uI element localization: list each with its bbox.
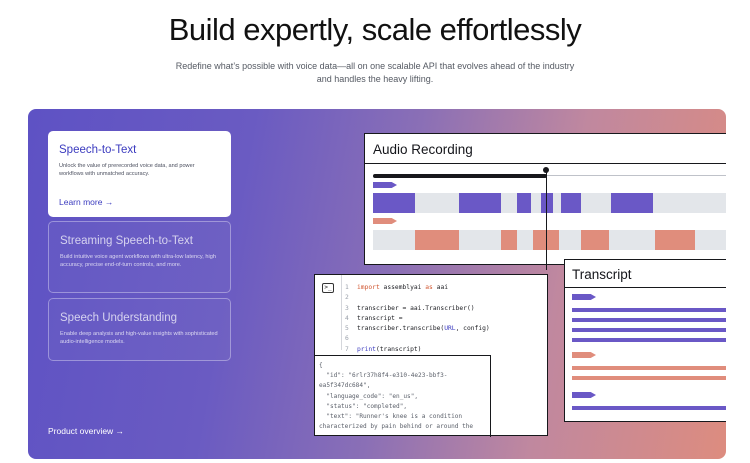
card-description: Build intuitive voice agent workflows wi…	[60, 254, 216, 269]
output-line: "text": "Runner's knee is a condition	[319, 413, 463, 421]
line-number: 4	[345, 314, 349, 322]
speech-segment	[561, 193, 581, 213]
transcript-line	[572, 376, 726, 380]
speaker-a-label	[373, 182, 397, 188]
speech-segment	[655, 230, 695, 250]
code-editor-window: >_ 1 import assemblyai as aai 2 3 transcri…	[314, 274, 548, 437]
speaker-b-label	[572, 352, 596, 358]
line-number: 2	[345, 294, 349, 302]
speaker-a-label	[572, 294, 596, 300]
card-description: Unlock the value of prerecorded voice da…	[59, 163, 195, 178]
speaker-a-label	[572, 392, 596, 398]
hero-subtitle: Redefine what’s possible with voice data…	[175, 61, 575, 84]
hero-title: Build expertly, scale effortlessly	[168, 12, 582, 47]
speech-segment	[581, 230, 609, 250]
speaker-b-track	[373, 230, 726, 250]
transcript-line	[572, 338, 726, 342]
code-output: { "id": "6rlr37h8f4-e310-4e23-bbf3- ea5f3…	[315, 355, 491, 437]
code-token: transcriber = aai.Transcriber()	[357, 304, 475, 312]
speech-segment	[517, 193, 531, 213]
code-token: print	[357, 345, 376, 353]
transcript-title: Transcript	[572, 267, 632, 282]
line-number: 3	[345, 304, 349, 312]
playhead-handle[interactable]	[543, 167, 549, 173]
playhead-line	[546, 170, 547, 270]
transcript-line	[572, 308, 726, 312]
code-token: assemblyai	[383, 284, 422, 291]
card-description: Enable deep analysis and high-value insi…	[60, 331, 218, 346]
transcript-window: Transcript	[564, 259, 726, 422]
transcript-line	[572, 328, 726, 332]
line-number: 7	[345, 345, 349, 353]
output-line: ea5f347dc684",	[319, 382, 371, 390]
speech-segment	[501, 230, 517, 250]
output-line: "language_code": "en_us",	[319, 392, 419, 400]
learn-more-link[interactable]: Learn more →	[59, 197, 113, 207]
speaker-a-track	[373, 193, 726, 213]
code-token: aai	[436, 284, 449, 291]
product-overview-link[interactable]: Product overview →	[48, 426, 124, 436]
speech-segment	[373, 193, 415, 213]
code-keyword: import	[357, 284, 380, 291]
transcript-line	[572, 406, 726, 410]
card-title: Streaming Speech-to-Text	[60, 235, 193, 247]
code-keyword: as	[425, 284, 433, 291]
output-line: {	[319, 362, 323, 369]
audio-recording-title: Audio Recording	[373, 142, 473, 157]
speech-segment	[541, 193, 553, 213]
speech-segment	[459, 193, 501, 213]
terminal-icon: >_	[322, 283, 334, 293]
line-number: 5	[345, 325, 349, 333]
line-number: 1	[345, 284, 349, 291]
code-token: transcriber.transcribe(	[357, 325, 445, 333]
code-token: , config)	[455, 325, 490, 333]
output-line: characterized by pain behind or around t…	[319, 423, 474, 431]
output-line: "status": "completed",	[319, 402, 408, 410]
output-line: "id": "6rlr37h8f4-e310-4e23-bbf3-	[319, 372, 448, 380]
code-gutter: >_	[315, 275, 342, 350]
transcript-line	[572, 318, 726, 322]
card-speech-to-text[interactable]: Speech-to-Text Unlock the value of prere…	[48, 131, 231, 217]
card-title: Speech-to-Text	[59, 144, 137, 156]
code-block: 1 import assemblyai as aai 2 3 transcriber…	[345, 283, 490, 355]
card-speech-understanding[interactable]: Speech Understanding Enable deep analysi…	[48, 298, 231, 361]
product-panel: Speech-to-Text Unlock the value of prere…	[28, 109, 726, 459]
code-token: transcript =	[357, 314, 403, 322]
divider	[565, 287, 726, 288]
card-streaming-speech-to-text[interactable]: Streaming Speech-to-Text Build intuitive…	[48, 221, 231, 293]
speech-segment	[611, 193, 653, 213]
speech-segment	[415, 230, 459, 250]
playback-progress[interactable]	[373, 174, 547, 178]
line-number: 6	[345, 335, 349, 343]
speaker-b-label	[373, 218, 397, 224]
divider	[365, 163, 726, 164]
transcript-line	[572, 366, 726, 370]
code-token: (transcript)	[375, 345, 422, 353]
card-title: Speech Understanding	[60, 312, 177, 324]
code-token: URL	[444, 325, 456, 333]
audio-recording-window: Audio Recording	[364, 133, 726, 270]
playback-remaining	[547, 175, 726, 176]
